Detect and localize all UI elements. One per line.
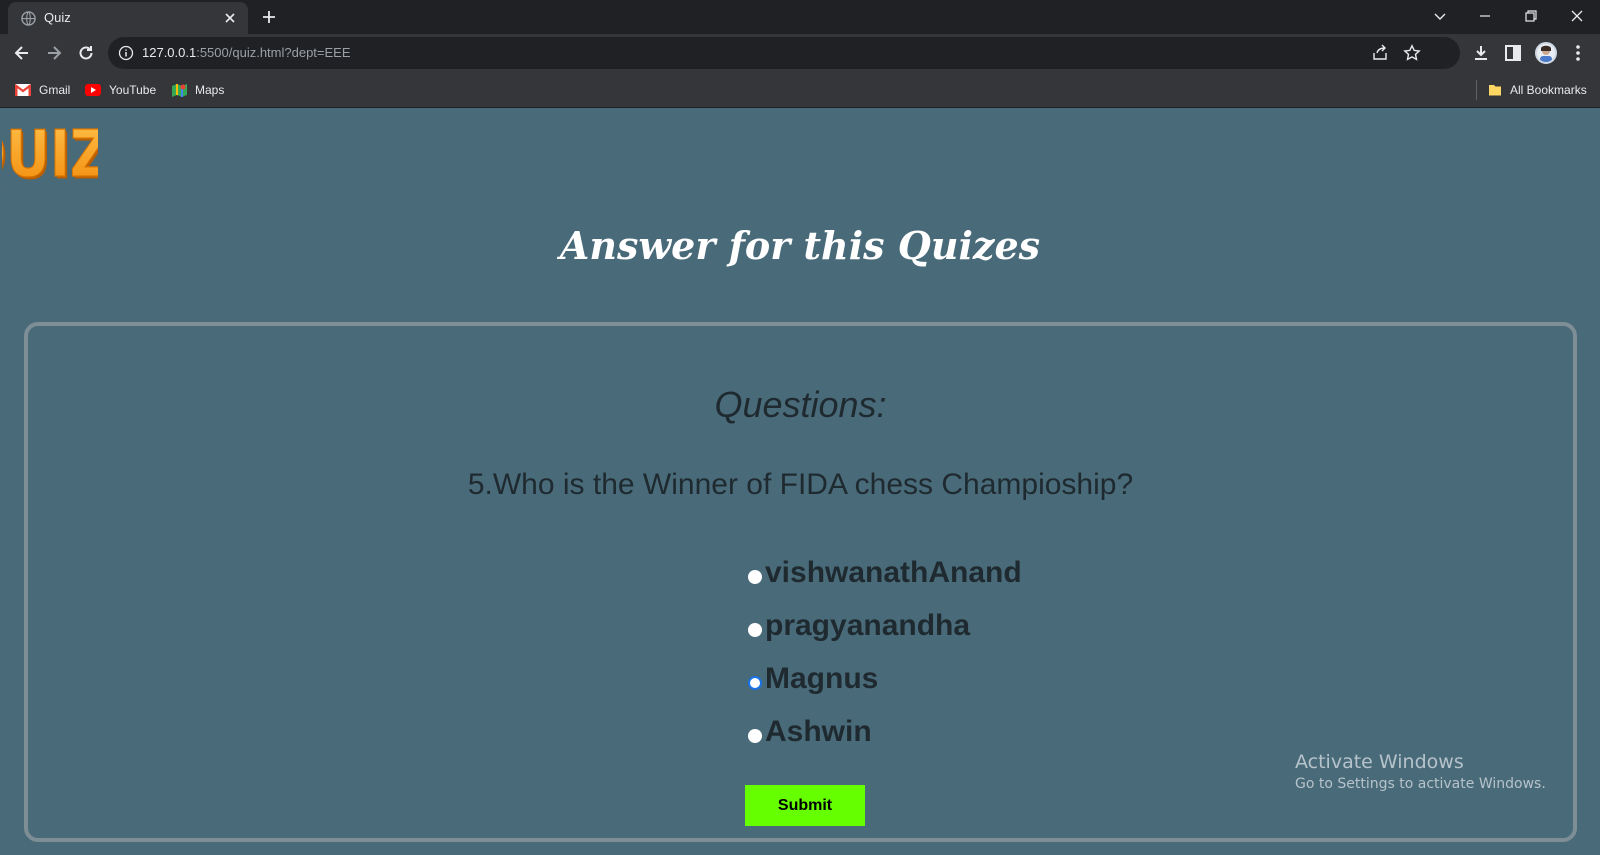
radio-button[interactable] bbox=[748, 569, 762, 584]
tab-search-icon[interactable] bbox=[1430, 6, 1450, 26]
submit-button[interactable]: Submit bbox=[745, 785, 865, 826]
side-panel-icon[interactable] bbox=[1503, 43, 1523, 63]
maps-icon bbox=[172, 83, 187, 97]
activate-windows-watermark: Activate Windows Go to Settings to activ… bbox=[1295, 751, 1546, 792]
info-icon[interactable] bbox=[118, 45, 134, 61]
bookmark-label: YouTube bbox=[109, 83, 157, 97]
option-pragyanandha[interactable]: pragyanandha bbox=[748, 599, 1022, 652]
reload-icon[interactable] bbox=[76, 43, 96, 63]
bookmark-label: Maps bbox=[195, 83, 225, 97]
bookmarks-bar: Gmail YouTube Maps All Bookmarks bbox=[0, 72, 1600, 108]
bookmark-maps[interactable]: Maps bbox=[172, 81, 224, 99]
radio-button[interactable] bbox=[748, 728, 762, 743]
youtube-icon bbox=[85, 84, 101, 96]
bookmarks-divider bbox=[1476, 80, 1477, 100]
activate-subtitle: Go to Settings to activate Windows. bbox=[1295, 776, 1546, 792]
option-vishwanathanand[interactable]: vishwanathAnand bbox=[748, 546, 1022, 599]
question-text: 5.Who is the Winner of FIDA chess Champi… bbox=[467, 468, 1134, 501]
profile-avatar[interactable] bbox=[1535, 42, 1557, 64]
menu-icon[interactable] bbox=[1568, 43, 1588, 63]
options-list: vishwanathAnand pragyanandha Magnus Ashw… bbox=[748, 546, 1022, 758]
quiz-logo: QUIZ! QUIZ! bbox=[2, 116, 98, 193]
option-ashwin[interactable]: Ashwin bbox=[748, 705, 1022, 758]
minimize-icon[interactable] bbox=[1475, 6, 1495, 26]
option-label: Magnus bbox=[765, 661, 879, 695]
browser-toolbar: 127.0.0.1:5500/quiz.html?dept=EEE bbox=[0, 34, 1600, 72]
url-host: 127.0.0.1 bbox=[142, 45, 197, 60]
gmail-icon bbox=[15, 84, 31, 96]
quiz-page: QUIZ! QUIZ! Answer for this Quizes Quest… bbox=[0, 108, 1600, 855]
url-text[interactable]: 127.0.0.1:5500/quiz.html?dept=EEE bbox=[142, 45, 351, 60]
bookmark-gmail[interactable]: Gmail bbox=[15, 81, 70, 99]
option-label: Ashwin bbox=[765, 714, 872, 748]
new-tab-icon[interactable] bbox=[260, 8, 278, 26]
radio-button[interactable] bbox=[748, 622, 762, 637]
option-label: vishwanathAnand bbox=[765, 555, 1022, 589]
globe-icon bbox=[21, 11, 36, 26]
window-close-icon[interactable] bbox=[1567, 6, 1587, 26]
share-icon[interactable] bbox=[1371, 44, 1389, 62]
all-bookmarks-label: All Bookmarks bbox=[1510, 83, 1587, 97]
questions-label: Questions: bbox=[714, 384, 887, 425]
url-path: :5500/quiz.html?dept=EEE bbox=[196, 45, 351, 60]
tab-strip: Quiz bbox=[0, 0, 1600, 34]
download-icon[interactable] bbox=[1471, 43, 1491, 63]
folder-icon bbox=[1489, 85, 1501, 96]
page-heading: Answer for this Quizes bbox=[559, 223, 1041, 268]
forward-icon[interactable] bbox=[44, 43, 64, 63]
address-bar[interactable]: 127.0.0.1:5500/quiz.html?dept=EEE bbox=[108, 37, 1460, 69]
tab-quiz[interactable]: Quiz bbox=[8, 2, 248, 34]
tab-title: Quiz bbox=[44, 10, 71, 25]
option-magnus[interactable]: Magnus bbox=[748, 652, 1022, 705]
radio-button-selected[interactable] bbox=[748, 675, 762, 690]
restore-icon[interactable] bbox=[1521, 6, 1541, 26]
bookmark-youtube[interactable]: YouTube bbox=[85, 81, 156, 99]
all-bookmarks[interactable]: All Bookmarks bbox=[1488, 81, 1587, 99]
star-icon[interactable] bbox=[1403, 44, 1421, 62]
profile-icon bbox=[1540, 45, 1552, 62]
activate-title: Activate Windows bbox=[1295, 751, 1464, 773]
back-icon[interactable] bbox=[12, 43, 32, 63]
option-label: pragyanandha bbox=[765, 608, 971, 642]
bookmark-label: Gmail bbox=[39, 83, 71, 97]
logo-text: QUIZ! bbox=[2, 117, 98, 191]
close-icon[interactable] bbox=[222, 10, 238, 26]
